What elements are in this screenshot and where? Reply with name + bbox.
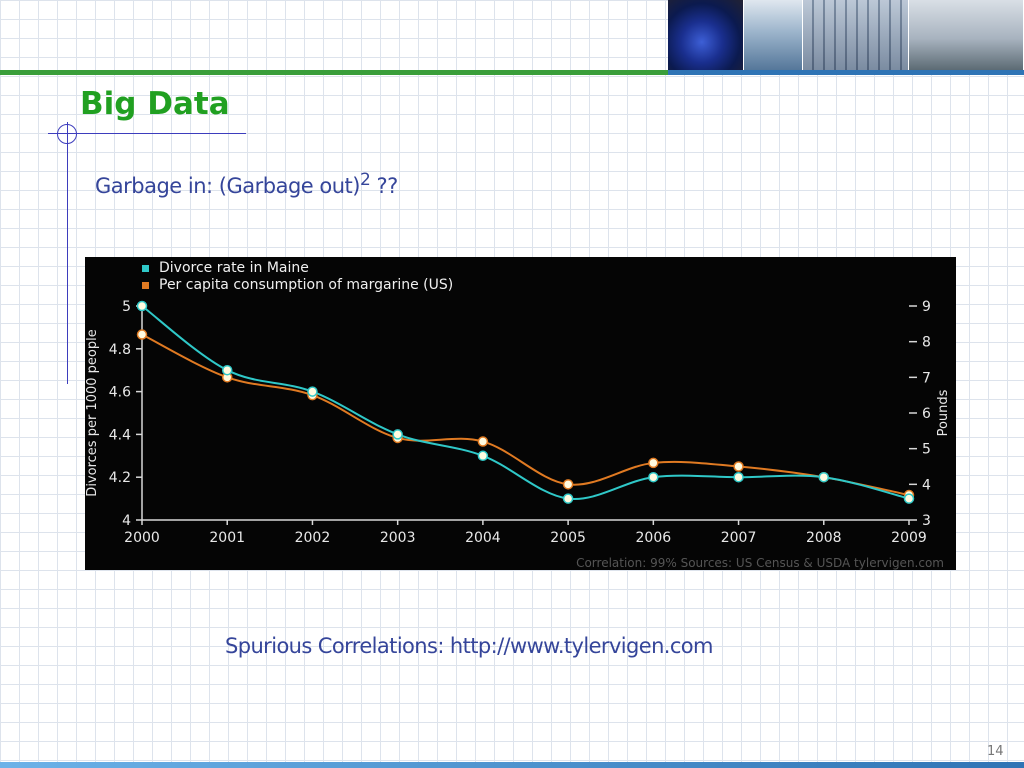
x-tick-label: 2003: [380, 530, 416, 546]
source-caption: Spurious Correlations: http://www.tylerv…: [225, 634, 714, 658]
y-tick-label: 4.2: [109, 470, 131, 486]
legend-swatch: [142, 282, 149, 289]
x-tick-label: 2009: [891, 530, 927, 546]
data-point-divorce: [392, 429, 403, 440]
y2-tick-label: 6: [922, 406, 931, 422]
data-point-margarine: [733, 461, 744, 472]
series-line-divorce: [141, 305, 910, 500]
data-point-divorce: [648, 471, 659, 483]
data-point-margarine: [136, 329, 148, 340]
x-tick-label: 2004: [465, 530, 501, 546]
data-point-divorce: [221, 364, 233, 376]
y-tick-label: 4.8: [109, 342, 131, 358]
legend-swatch: [142, 265, 149, 272]
header-photo-strip: [668, 0, 1024, 70]
title-underline: [48, 133, 246, 134]
x-tick-label: 2002: [295, 530, 331, 546]
x-tick-label: 2001: [209, 530, 245, 546]
data-point-divorce: [903, 493, 915, 504]
y-axis-title: Divorces per 1000 people: [85, 329, 100, 496]
legend-label: Per capita consumption of margarine (US): [159, 277, 453, 293]
x-tick-label: 2007: [721, 530, 757, 546]
crosshair-ornament-icon: [57, 124, 77, 144]
subtitle-text: Garbage in: (Garbage out): [95, 174, 360, 198]
y2-tick-label: 9: [922, 299, 931, 315]
y2-tick-label: 3: [922, 513, 931, 529]
x-tick-label: 2008: [806, 530, 842, 546]
data-point-margarine: [648, 457, 659, 469]
data-point-divorce: [136, 300, 148, 312]
slide-subtitle: Garbage in: (Garbage out)2 ??: [95, 170, 398, 198]
header-photo-server-room: [803, 0, 909, 70]
x-tick-label: 2000: [124, 530, 160, 546]
y2-tick-label: 7: [922, 370, 931, 386]
header-photo-blue-sculpture: [668, 0, 744, 70]
y-tick-label: 4: [122, 513, 131, 529]
header-rule: [0, 70, 1024, 75]
y-tick-label: 4.4: [109, 427, 131, 443]
legend-label: Divorce rate in Maine: [159, 260, 309, 276]
y2-tick-label: 5: [922, 442, 931, 458]
y2-tick-label: 4: [922, 477, 931, 493]
subtitle-superscript: 2: [359, 170, 371, 190]
data-point-divorce: [733, 471, 744, 483]
series-line-margarine: [141, 333, 910, 497]
data-point-divorce: [307, 386, 318, 397]
x-tick-label: 2006: [636, 530, 672, 546]
footer-rule: [0, 762, 1024, 768]
divorce-margarine-line-chart: 4 4.2 4.4 4.6 4.8 5 3 4 5 6 7 8 9 2000 2001 2002 2003 200…: [85, 260, 951, 570]
page-number: 14: [987, 744, 1004, 759]
data-point-margarine: [477, 436, 489, 447]
subtitle-suffix: ??: [370, 174, 398, 198]
data-point-divorce: [562, 493, 574, 504]
left-margin-rule: [67, 122, 68, 384]
chart-panel: 4 4.2 4.4 4.6 4.8 5 3 4 5 6 7 8 9 2000 2001 2002 2003 200…: [85, 257, 956, 570]
header-photo-laboratory: [744, 0, 803, 70]
x-tick-label: 2005: [550, 530, 586, 546]
chart-footer-sources: Correlation: 99% Sources: US Census & US…: [576, 556, 944, 570]
y-tick-label: 4.6: [109, 385, 131, 401]
data-point-divorce: [477, 450, 489, 462]
data-point-divorce: [818, 471, 830, 483]
header-photo-machinery: [909, 0, 1024, 70]
y2-axis-title: Pounds: [936, 389, 951, 436]
y2-tick-label: 8: [922, 335, 931, 351]
data-point-margarine: [562, 479, 574, 490]
slide-title: Big Data: [80, 86, 230, 122]
y-tick-label: 5: [122, 299, 131, 315]
